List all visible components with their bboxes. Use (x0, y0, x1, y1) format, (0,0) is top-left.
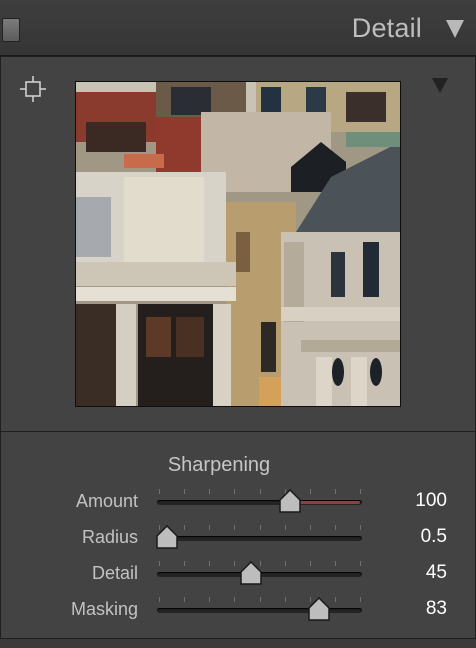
slider-tick (159, 561, 160, 566)
amount-value[interactable]: 100 (415, 490, 447, 512)
radius-label: Radius (81, 527, 138, 547)
slider-tick (259, 489, 261, 494)
slider-tick (209, 561, 211, 566)
slider-tick (234, 597, 236, 602)
slider-tick (309, 489, 311, 494)
amount-label: Amount (75, 491, 138, 511)
detail-slider-thumb[interactable] (240, 561, 263, 586)
masking-value[interactable]: 83 (426, 598, 447, 620)
radius-slider-track[interactable] (156, 525, 362, 549)
masking-slider-track[interactable] (157, 597, 362, 621)
slider-tick (209, 525, 211, 530)
panel-header[interactable]: Detail (0, 0, 476, 56)
panel-title[interactable]: Detail (352, 13, 422, 44)
slider-tick (334, 489, 336, 494)
slider-tick (284, 525, 286, 530)
sharpening-section: Sharpening Amount 100 Radius 0.5 Detail (0, 431, 476, 639)
masking-label: Masking (70, 599, 138, 619)
slider-tick (284, 561, 286, 566)
slider-tick (234, 525, 236, 530)
slider-tick (184, 525, 186, 530)
zoomed-preview-image[interactable] (75, 81, 401, 407)
slider-tick (360, 489, 361, 494)
slider-tick (360, 597, 361, 602)
amount-slider-track[interactable] (157, 489, 362, 513)
detail-slider-track[interactable] (157, 561, 362, 585)
slider-tick (234, 561, 236, 566)
masking-slider-row[interactable]: Masking 83 (1, 594, 475, 628)
slider-tick (334, 561, 336, 566)
slider-tick (234, 489, 236, 494)
menu-triangle-icon[interactable] (432, 78, 448, 93)
sharpening-title: Sharpening (167, 454, 271, 476)
detail-label: Detail (91, 563, 138, 583)
next-panel-edge (0, 639, 476, 648)
panel-solo-toggle[interactable] (2, 18, 20, 42)
slider-tick (284, 597, 286, 602)
slider-tick (309, 525, 311, 530)
radius-slider-thumb[interactable] (156, 525, 178, 550)
radius-slider-row[interactable]: Radius 0.5 (1, 522, 475, 556)
slider-tick (159, 597, 160, 602)
detail-preview-section (0, 56, 476, 432)
slider-tick (184, 489, 186, 494)
slider-tick (184, 561, 186, 566)
radius-value[interactable]: 0.5 (421, 526, 447, 548)
amount-slider-row[interactable]: Amount 100 (1, 486, 475, 520)
slider-tick (209, 597, 211, 602)
slider-tick (159, 489, 160, 494)
slider-tick (259, 525, 261, 530)
slider-tick (309, 561, 311, 566)
slider-tick (184, 597, 186, 602)
collapse-arrow-icon[interactable] (446, 20, 464, 38)
slider-tick (360, 561, 361, 566)
amount-slider-thumb[interactable] (279, 489, 301, 514)
slider-tick (209, 489, 211, 494)
masking-slider-thumb[interactable] (308, 597, 330, 622)
detail-value[interactable]: 45 (426, 562, 447, 584)
slider-tick (334, 525, 336, 530)
detail-slider-row[interactable]: Detail 45 (1, 558, 475, 592)
target-crosshair-icon[interactable] (18, 74, 48, 104)
slider-tick (259, 597, 261, 602)
slider-tick (360, 525, 361, 530)
slider-tick (334, 597, 336, 602)
